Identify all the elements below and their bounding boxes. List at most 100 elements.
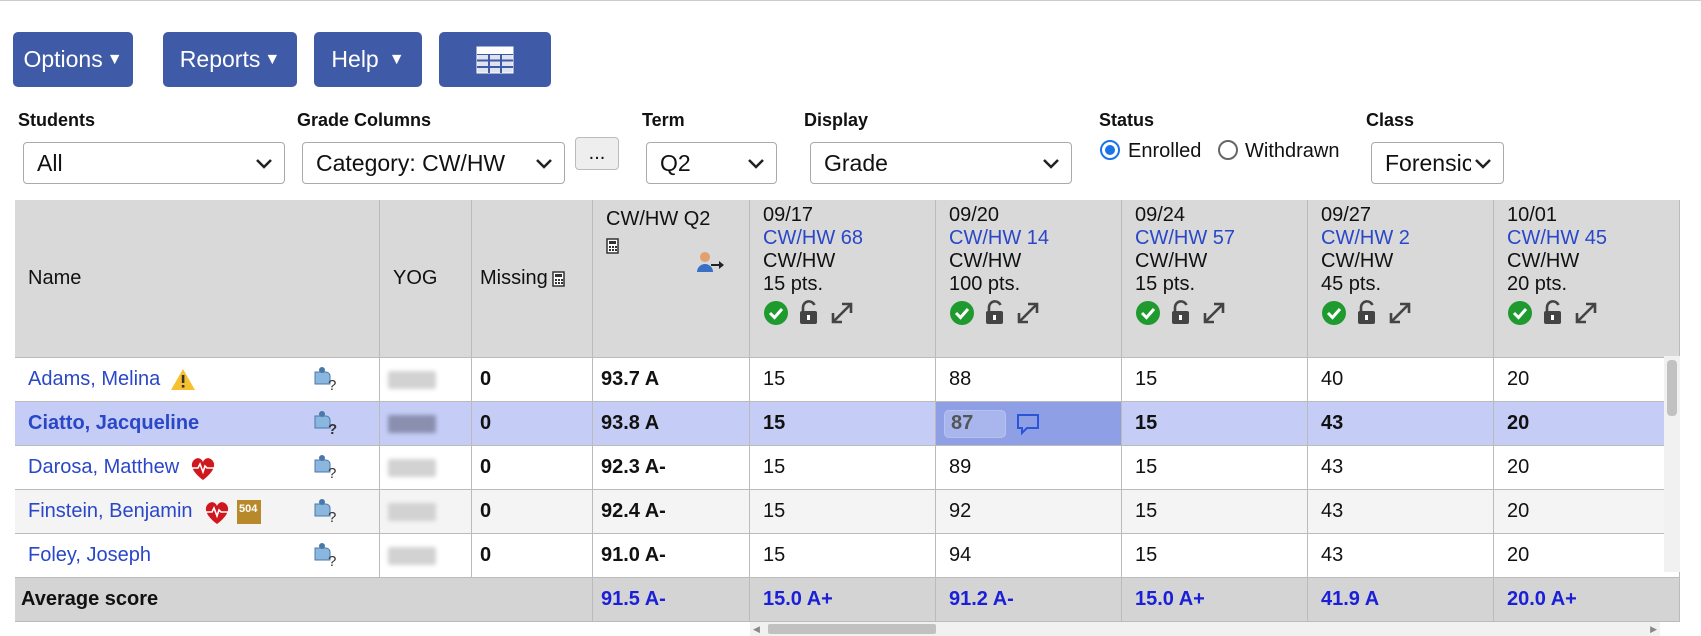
term-average-column-header[interactable]: CW/HW Q2 xyxy=(593,200,750,358)
unlock-icon[interactable] xyxy=(1355,300,1379,326)
assignment-column-header[interactable]: 10/01 CW/HW 45 CW/HW 20 pts. xyxy=(1494,200,1680,358)
options-button[interactable]: Options ▼ xyxy=(13,32,133,87)
student-name-cell[interactable]: Adams, Melina? xyxy=(15,358,380,402)
score-cell[interactable]: 15 xyxy=(750,358,936,402)
expand-icon[interactable] xyxy=(829,300,855,326)
score-cell[interactable]: 15 xyxy=(750,490,936,534)
score-cell[interactable]: 20 xyxy=(1494,446,1680,490)
assignment-title-link[interactable]: CW/HW 2 xyxy=(1321,227,1493,250)
student-contact-icon[interactable]: ? xyxy=(311,410,339,438)
warning-icon[interactable] xyxy=(170,367,196,393)
score-cell[interactable]: 89 xyxy=(936,446,1122,490)
assignment-column-header[interactable]: 09/27 CW/HW 2 CW/HW 45 pts. xyxy=(1308,200,1494,358)
chevron-down-icon xyxy=(1043,159,1059,169)
score-value: 15 xyxy=(1135,456,1158,478)
student-name-link[interactable]: Finstein, Benjamin xyxy=(28,500,193,523)
score-cell[interactable]: 88 xyxy=(936,358,1122,402)
score-cell[interactable]: 15 xyxy=(750,402,936,446)
student-contact-icon[interactable]: ? xyxy=(311,454,339,482)
unlock-icon[interactable] xyxy=(1541,300,1565,326)
horizontal-scrollbar[interactable]: ◀ ▶ xyxy=(750,622,1660,636)
yog-column-header[interactable]: YOG xyxy=(380,200,472,358)
vertical-scrollbar[interactable] xyxy=(1664,356,1680,572)
student-contact-icon[interactable]: ? xyxy=(311,542,339,570)
help-button[interactable]: Help ▼ xyxy=(314,32,422,87)
check-circle-icon[interactable] xyxy=(1321,300,1347,326)
grade-columns-select[interactable]: Category: CW/HW xyxy=(302,142,565,184)
yog-cell xyxy=(380,402,472,446)
expand-icon[interactable] xyxy=(1015,300,1041,326)
display-select[interactable]: Grade xyxy=(810,142,1072,184)
assignment-title-link[interactable]: CW/HW 14 xyxy=(949,227,1121,250)
check-circle-icon[interactable] xyxy=(1135,300,1161,326)
class-select[interactable]: Forensic xyxy=(1371,142,1504,184)
assign-student-icon[interactable] xyxy=(695,250,725,276)
score-cell[interactable]: 15 xyxy=(1122,534,1308,578)
term-select[interactable]: Q2 xyxy=(646,142,777,184)
score-cell[interactable]: 15 xyxy=(1122,358,1308,402)
scroll-right-arrow-icon[interactable]: ▶ xyxy=(1650,624,1657,635)
expand-icon[interactable] xyxy=(1201,300,1227,326)
score-cell[interactable]: 40 xyxy=(1308,358,1494,402)
score-cell[interactable]: 15 xyxy=(1122,490,1308,534)
unlock-icon[interactable] xyxy=(797,300,821,326)
score-cell[interactable]: 15 xyxy=(750,446,936,490)
student-name-link[interactable]: Foley, Joseph xyxy=(28,544,151,567)
score-cell-editing[interactable]: 87 xyxy=(936,402,1122,446)
name-column-header[interactable]: Name xyxy=(15,200,380,358)
score-cell[interactable]: 43 xyxy=(1308,402,1494,446)
student-name-link[interactable]: Darosa, Matthew xyxy=(28,456,179,479)
assignment-column-header[interactable]: 09/24 CW/HW 57 CW/HW 15 pts. xyxy=(1122,200,1308,358)
score-cell[interactable]: 20 xyxy=(1494,402,1680,446)
score-cell[interactable]: 43 xyxy=(1308,534,1494,578)
reports-button[interactable]: Reports ▼ xyxy=(163,32,297,87)
expand-icon[interactable] xyxy=(1387,300,1413,326)
comment-icon[interactable] xyxy=(1016,412,1040,436)
assignment-column-header[interactable]: 09/17 CW/HW 68 CW/HW 15 pts. xyxy=(750,200,936,358)
score-cell[interactable]: 15 xyxy=(1122,402,1308,446)
health-heart-icon[interactable] xyxy=(189,455,217,481)
score-cell[interactable]: 43 xyxy=(1308,446,1494,490)
health-heart-icon[interactable] xyxy=(203,499,231,525)
enrolled-radio[interactable] xyxy=(1100,140,1120,160)
assignment-title-link[interactable]: CW/HW 45 xyxy=(1507,227,1679,250)
student-name-cell[interactable]: Ciatto, Jacqueline? xyxy=(15,402,380,446)
more-columns-button[interactable]: ... xyxy=(575,137,619,170)
score-cell[interactable]: 92 xyxy=(936,490,1122,534)
score-cell[interactable]: 20 xyxy=(1494,490,1680,534)
check-circle-icon[interactable] xyxy=(763,300,789,326)
student-name-cell[interactable]: Foley, Joseph? xyxy=(15,534,380,578)
vertical-scroll-thumb[interactable] xyxy=(1667,360,1677,416)
unlock-icon[interactable] xyxy=(1169,300,1193,326)
student-name-link[interactable]: Adams, Melina xyxy=(28,368,160,391)
check-circle-icon[interactable] xyxy=(949,300,975,326)
score-cell[interactable]: 43 xyxy=(1308,490,1494,534)
student-contact-icon[interactable]: ? xyxy=(311,366,339,394)
student-name-cell[interactable]: Darosa, Matthew? xyxy=(15,446,380,490)
grid-view-button[interactable] xyxy=(439,32,551,87)
assignment-title-link[interactable]: CW/HW 57 xyxy=(1135,227,1307,250)
score-input[interactable]: 87 xyxy=(944,409,1006,438)
assignment-title-link[interactable]: CW/HW 68 xyxy=(763,227,935,250)
check-circle-icon[interactable] xyxy=(1507,300,1533,326)
students-select[interactable]: All xyxy=(23,142,285,184)
score-cell[interactable]: 15 xyxy=(1122,446,1308,490)
score-cell[interactable]: 94 xyxy=(936,534,1122,578)
calculator-icon[interactable] xyxy=(552,270,565,287)
scroll-left-arrow-icon[interactable]: ◀ xyxy=(753,624,760,635)
score-cell[interactable]: 20 xyxy=(1494,534,1680,578)
student-name-cell[interactable]: Finstein, Benjamin 504? xyxy=(15,490,380,534)
score-cell[interactable]: 15 xyxy=(750,534,936,578)
score-cell[interactable]: 20 xyxy=(1494,358,1680,402)
calculator-icon[interactable] xyxy=(606,238,619,254)
missing-column-header[interactable]: Missing xyxy=(472,200,593,358)
assignment-column-header[interactable]: 09/20 CW/HW 14 CW/HW 100 pts. xyxy=(936,200,1122,358)
student-name-link[interactable]: Ciatto, Jacqueline xyxy=(28,412,199,435)
504-plan-icon[interactable]: 504 xyxy=(236,499,261,524)
student-contact-icon[interactable]: ? xyxy=(311,498,339,526)
unlock-icon[interactable] xyxy=(983,300,1007,326)
withdrawn-radio[interactable] xyxy=(1218,140,1238,160)
horizontal-scroll-thumb[interactable] xyxy=(768,624,936,634)
assignment-date: 09/20 xyxy=(949,204,1000,226)
expand-icon[interactable] xyxy=(1573,300,1599,326)
